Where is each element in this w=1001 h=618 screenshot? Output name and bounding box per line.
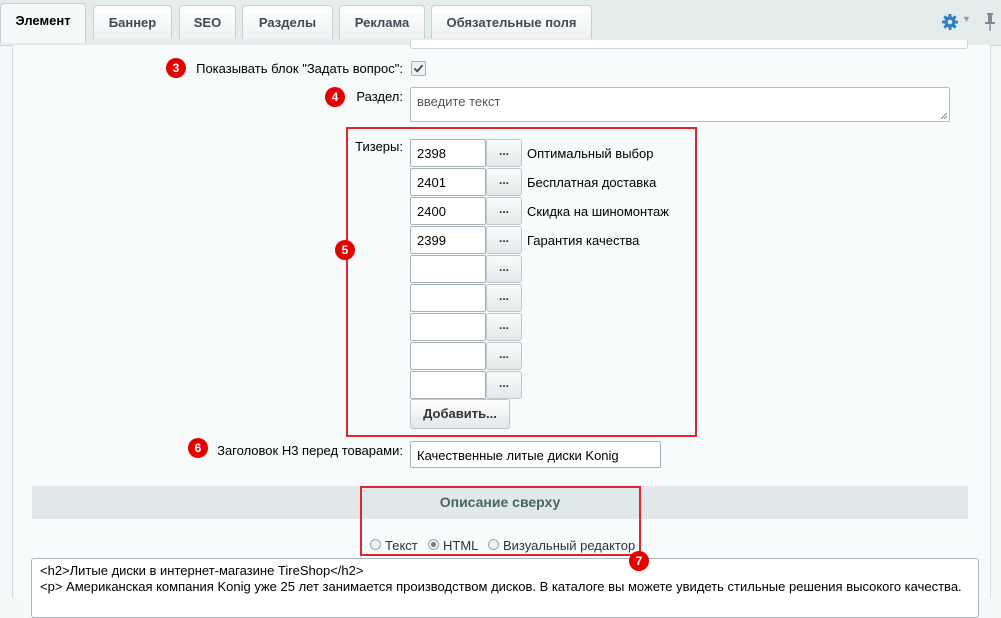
teaser-browse-button[interactable]: ...	[486, 168, 522, 196]
add-teaser-button[interactable]: Добавить...	[410, 399, 510, 429]
teaser-id-input[interactable]	[410, 342, 486, 370]
teaser-browse-button[interactable]: ...	[486, 255, 522, 283]
pin-icon[interactable]	[984, 12, 996, 32]
teaser-id-input[interactable]: 2401	[410, 168, 486, 196]
mode-html-label[interactable]: HTML	[443, 538, 478, 553]
teaser-name: Скидка на шиномонтаж	[527, 204, 669, 219]
teaser-browse-button[interactable]: ...	[486, 139, 522, 167]
teaser-browse-button[interactable]: ...	[486, 284, 522, 312]
checkmark-icon	[413, 64, 424, 73]
teaser-id-input[interactable]	[410, 371, 486, 399]
teaser-name: Оптимальный выбор	[527, 146, 654, 161]
teaser-name: Бесплатная доставка	[527, 175, 657, 190]
show-question-checkbox[interactable]	[411, 61, 426, 76]
teaser-browse-button[interactable]: ...	[486, 226, 522, 254]
teaser-browse-button[interactable]: ...	[486, 342, 522, 370]
section-textarea[interactable]: введите текст	[410, 87, 950, 122]
tab-seo[interactable]: SEO	[179, 5, 236, 39]
annotation-badge-6: 6	[188, 438, 208, 458]
teaser-id-input[interactable]	[410, 284, 486, 312]
description-editor[interactable]: <h2>Литые диски в интернет-магазине Tire…	[31, 558, 979, 618]
editor-line: <h2>Литые диски в интернет-магазине Tire…	[40, 563, 364, 578]
teaser-id-input[interactable]	[410, 255, 486, 283]
teaser-id-input[interactable]: 2398	[410, 139, 486, 167]
previous-field-edge	[410, 40, 968, 49]
mode-html-radio[interactable]	[428, 539, 439, 550]
teaser-name: Гарантия качества	[527, 233, 640, 248]
tab-banner[interactable]: Баннер	[93, 5, 172, 39]
tab-sections[interactable]: Разделы	[242, 5, 333, 39]
tab-element[interactable]: Элемент	[0, 3, 86, 43]
editor-line: <p> Американская компания Konig уже 25 л…	[40, 579, 962, 594]
teaser-id-input[interactable]	[410, 313, 486, 341]
section-value: введите текст	[417, 94, 501, 109]
gear-caret-icon[interactable]: ▼	[962, 14, 971, 24]
annotation-badge-3: 3	[166, 58, 186, 78]
resize-handle-icon[interactable]	[940, 112, 948, 120]
h3-title-input[interactable]: Качественные литые диски Konig	[410, 441, 661, 468]
teaser-browse-button[interactable]: ...	[486, 197, 522, 225]
teaser-browse-button[interactable]: ...	[486, 313, 522, 341]
mode-visual-editor-label[interactable]: Визуальный редактор	[503, 538, 635, 553]
mode-visual-editor-radio[interactable]	[488, 539, 499, 550]
teasers-label: Тизеры:	[355, 139, 403, 154]
teaser-id-input[interactable]: 2400	[410, 197, 486, 225]
tab-ads[interactable]: Реклама	[339, 5, 425, 39]
teaser-browse-button[interactable]: ...	[486, 371, 522, 399]
teaser-id-input[interactable]: 2399	[410, 226, 486, 254]
mode-text-radio[interactable]	[370, 539, 381, 550]
gear-icon[interactable]	[940, 12, 960, 32]
annotation-badge-7: 7	[629, 551, 649, 571]
tab-required-fields[interactable]: Обязательные поля	[431, 5, 592, 39]
annotation-badge-5: 5	[335, 240, 355, 260]
show-question-label: Показывать блок "Задать вопрос":	[196, 61, 403, 76]
h3-title-label: Заголовок H3 перед товарами:	[217, 443, 403, 458]
section-label: Раздел:	[356, 89, 403, 104]
annotation-badge-4: 4	[325, 87, 345, 107]
mode-text-label[interactable]: Текст	[385, 538, 418, 553]
